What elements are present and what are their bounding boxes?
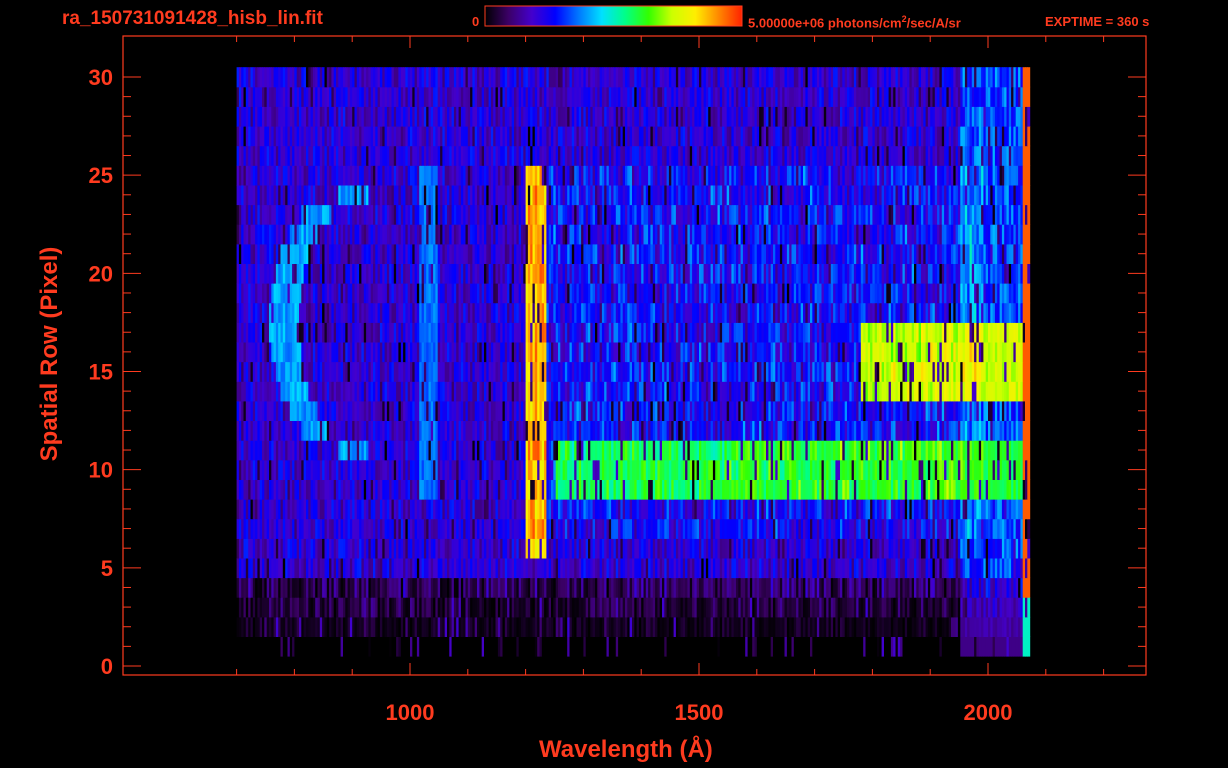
- heatmap-cells: [236, 67, 1031, 657]
- heatmap-cell: [1027, 400, 1031, 421]
- heatmap-cell: [1027, 440, 1031, 461]
- heatmap-cell: [1027, 459, 1031, 480]
- heatmap-cell: [1027, 499, 1031, 520]
- heatmap-cell: [1027, 381, 1031, 402]
- heatmap-cell: [1027, 616, 1031, 637]
- heatmap-cell: [1027, 597, 1031, 618]
- spectral-image-chart: 1000 1500 2000051015202530: [89, 5, 1147, 725]
- heatmap-cell: [1027, 636, 1031, 657]
- colorbar: [484, 5, 743, 27]
- heatmap-cell: [1027, 518, 1031, 539]
- heatmap-cell: [1027, 538, 1031, 559]
- heatmap-cell: [1027, 577, 1031, 598]
- heatmap-cell: [1027, 558, 1031, 579]
- heatmap-cell: [1027, 479, 1031, 500]
- heatmap-cell: [1027, 420, 1031, 441]
